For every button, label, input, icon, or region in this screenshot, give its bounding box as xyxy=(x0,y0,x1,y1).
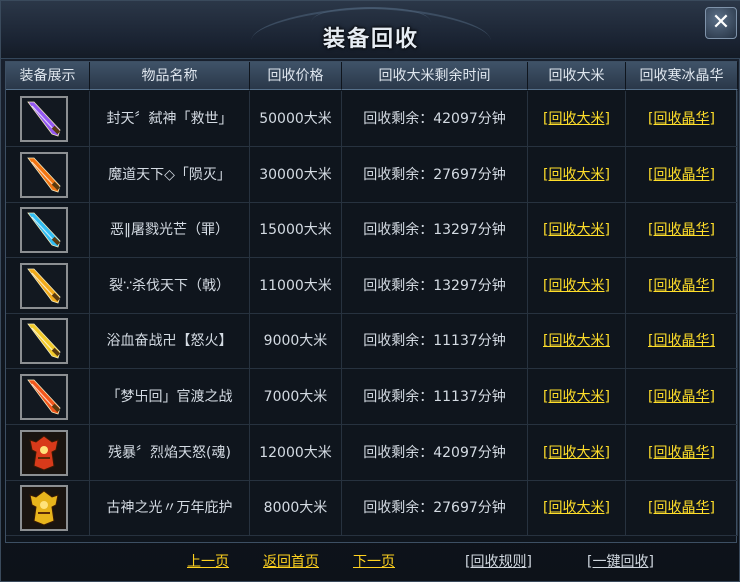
table-row: 残暴〞烈焰天怒(魂) 12000大米 回收剩余：42097分钟 [回收大米] [回收晶华… xyxy=(6,424,738,481)
remaining-time: 回收剩余：11137分钟 xyxy=(342,369,528,425)
item-display-cell xyxy=(6,146,90,203)
remaining-time: 回收剩余：11137分钟 xyxy=(342,313,528,370)
item-name: 封天〞弑神「救世」 xyxy=(90,91,250,147)
recycle-crystal-link[interactable]: [回收晶华] xyxy=(648,445,715,461)
recycle-rice-cell: [回收大米] xyxy=(528,480,626,537)
golden-halberd-icon[interactable] xyxy=(20,262,68,309)
recycle-price: 11000大米 xyxy=(250,257,342,314)
recycle-crystal-cell: [回收晶华] xyxy=(626,202,738,259)
purple-sword-icon[interactable] xyxy=(20,96,68,142)
recycle-rice-cell: [回收大米] xyxy=(528,202,626,259)
recycle-price: 12000大米 xyxy=(250,424,342,481)
one-click-recycle-link[interactable]: [一键回收] xyxy=(587,551,654,571)
table-row: 裂∵杀伐天下（戟） 11000大米 回收剩余：13297分钟 [回收大米] [回收晶华] xyxy=(6,257,738,314)
table-row: 浴血奋战卍【怒火】 9000大米 回收剩余：11137分钟 [回收大米] [回收晶华] xyxy=(6,313,738,370)
recycle-price: 50000大米 xyxy=(250,91,342,147)
recycle-rice-link[interactable]: [回收大米] xyxy=(543,445,610,461)
recycle-price: 30000大米 xyxy=(250,146,342,203)
recycle-rice-cell: [回收大米] xyxy=(528,257,626,314)
recycle-crystal-cell: [回收晶华] xyxy=(626,369,738,425)
remaining-time: 回收剩余：13297分钟 xyxy=(342,257,528,314)
recycle-rice-cell: [回收大米] xyxy=(528,146,626,203)
recycle-rice-link[interactable]: [回收大米] xyxy=(543,500,610,516)
recycle-crystal-cell: [回收晶华] xyxy=(626,257,738,314)
header-recycle-rice: 回收大米 xyxy=(528,62,626,90)
window-title: 装备回收 xyxy=(322,27,419,52)
header-item-name: 物品名称 xyxy=(90,62,250,90)
item-display-cell xyxy=(6,202,90,259)
item-name: 残暴〞烈焰天怒(魂) xyxy=(90,424,250,481)
header-display: 装备展示 xyxy=(6,62,90,90)
flame-sword-icon[interactable] xyxy=(20,374,68,420)
title-bar: 装备回收 ✕ xyxy=(1,0,740,63)
item-display-cell xyxy=(6,91,90,147)
recycle-crystal-cell: [回收晶华] xyxy=(626,313,738,370)
recycle-price: 7000大米 xyxy=(250,369,342,425)
remaining-time: 回收剩余：42097分钟 xyxy=(342,91,528,147)
recycle-price: 8000大米 xyxy=(250,480,342,537)
recycle-crystal-link[interactable]: [回收晶华] xyxy=(648,167,715,183)
header-price: 回收价格 xyxy=(250,62,342,90)
recycle-rice-link[interactable]: [回收大米] xyxy=(543,222,610,238)
remaining-time: 回收剩余：27697分钟 xyxy=(342,146,528,203)
item-name: 「梦卐回」官渡之战 xyxy=(90,369,250,425)
recycle-rice-link[interactable]: [回收大米] xyxy=(543,389,610,405)
table-row: 魔道天下◇「陨灭」 30000大米 回收剩余：27697分钟 [回收大米] [回收晶华] xyxy=(6,146,738,203)
header-remaining-time: 回收大米剩余时间 xyxy=(342,62,528,90)
item-display-cell xyxy=(6,313,90,370)
recycle-crystal-link[interactable]: [回收晶华] xyxy=(648,500,715,516)
gold-armor-icon[interactable] xyxy=(20,485,68,532)
recycle-rice-cell: [回收大米] xyxy=(528,313,626,370)
recycle-crystal-link[interactable]: [回收晶华] xyxy=(648,333,715,349)
remaining-time: 回收剩余：13297分钟 xyxy=(342,202,528,259)
golden-sword-icon[interactable] xyxy=(20,318,68,365)
item-name: 裂∵杀伐天下（戟） xyxy=(90,257,250,314)
recycle-price: 9000大米 xyxy=(250,313,342,370)
pagination-bar: 上一页 返回首页 下一页 [回收规则] [一键回收] xyxy=(5,543,737,579)
recycle-crystal-cell: [回收晶华] xyxy=(626,91,738,147)
close-button[interactable]: ✕ xyxy=(705,7,737,39)
recycle-crystal-cell: [回收晶华] xyxy=(626,146,738,203)
recycle-crystal-cell: [回收晶华] xyxy=(626,480,738,537)
item-name: 浴血奋战卍【怒火】 xyxy=(90,313,250,370)
recycle-rice-link[interactable]: [回收大米] xyxy=(543,278,610,294)
recycle-crystal-link[interactable]: [回收晶华] xyxy=(648,111,715,127)
item-display-cell xyxy=(6,257,90,314)
table-row: 恶‖屠戮光芒（罪） 15000大米 回收剩余：13297分钟 [回收大米] [回收晶华] xyxy=(6,202,738,259)
recycle-price: 15000大米 xyxy=(250,202,342,259)
item-name: 古神之光〃万年庇护 xyxy=(90,480,250,537)
recycle-rice-link[interactable]: [回收大米] xyxy=(543,333,610,349)
item-name: 魔道天下◇「陨灭」 xyxy=(90,146,250,203)
next-page-link[interactable]: 下一页 xyxy=(353,551,395,571)
recycle-table: 装备展示 物品名称 回收价格 回收大米剩余时间 回收大米 回收寒冰晶华 封天〞弑… xyxy=(5,61,738,543)
table-row: 「梦卐回」官渡之战 7000大米 回收剩余：11137分钟 [回收大米] [回收晶华] xyxy=(6,369,738,425)
recycle-rice-cell: [回收大米] xyxy=(528,91,626,147)
item-display-cell xyxy=(6,369,90,425)
recycle-rice-cell: [回收大米] xyxy=(528,424,626,481)
recycle-rice-link[interactable]: [回收大米] xyxy=(543,167,610,183)
table-row: 封天〞弑神「救世」 50000大米 回收剩余：42097分钟 [回收大米] [回收晶华] xyxy=(6,91,738,147)
recycle-crystal-link[interactable]: [回收晶华] xyxy=(648,278,715,294)
fire-blade-icon[interactable] xyxy=(20,151,68,198)
recycle-crystal-link[interactable]: [回收晶华] xyxy=(648,389,715,405)
item-name: 恶‖屠戮光芒（罪） xyxy=(90,202,250,259)
header-recycle-crystal: 回收寒冰晶华 xyxy=(626,62,738,90)
cyan-blade-icon[interactable] xyxy=(20,207,68,254)
rules-link[interactable]: [回收规则] xyxy=(465,551,532,571)
prev-page-link[interactable]: 上一页 xyxy=(187,551,229,571)
recycle-window: 装备回收 ✕ 装备展示 物品名称 回收价格 回收大米剩余时间 回收大米 回收寒冰… xyxy=(0,0,740,582)
remaining-time: 回收剩余：42097分钟 xyxy=(342,424,528,481)
table-row: 古神之光〃万年庇护 8000大米 回收剩余：27697分钟 [回收大米] [回收晶华] xyxy=(6,480,738,537)
recycle-rice-link[interactable]: [回收大米] xyxy=(543,111,610,127)
home-link[interactable]: 返回首页 xyxy=(263,551,319,571)
item-display-cell xyxy=(6,424,90,481)
recycle-rice-cell: [回收大米] xyxy=(528,369,626,425)
recycle-crystal-cell: [回收晶华] xyxy=(626,424,738,481)
item-display-cell xyxy=(6,480,90,537)
remaining-time: 回收剩余：27697分钟 xyxy=(342,480,528,537)
red-armor-icon[interactable] xyxy=(20,429,68,476)
recycle-crystal-link[interactable]: [回收晶华] xyxy=(648,222,715,238)
